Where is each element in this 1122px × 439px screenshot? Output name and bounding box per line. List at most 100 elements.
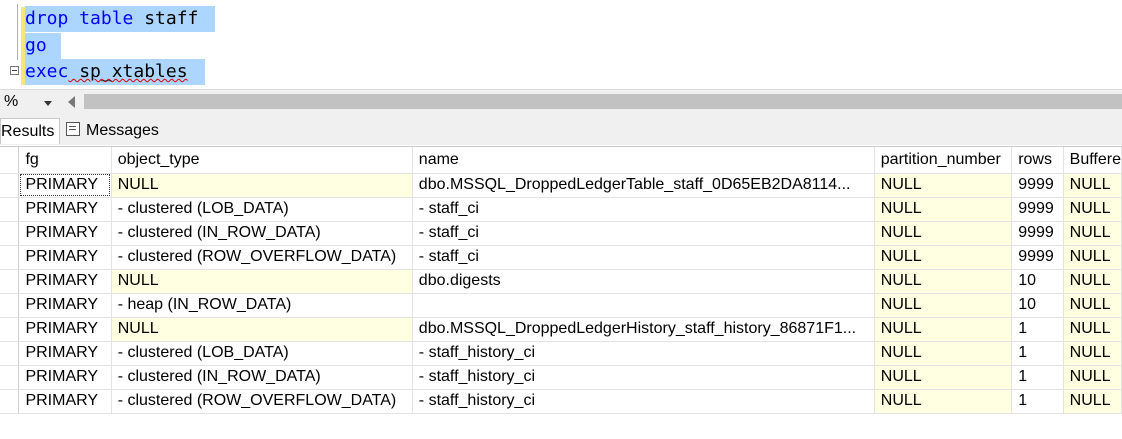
table-cell[interactable]: - clustered (ROW_OVERFLOW_DATA): [111, 245, 413, 270]
table-cell[interactable]: NULL: [874, 365, 1013, 390]
row-header[interactable]: [0, 389, 20, 414]
table-cell[interactable]: PRIMARY: [18, 245, 112, 270]
table-cell[interactable]: NULL: [874, 341, 1013, 366]
table-cell[interactable]: NULL: [1063, 245, 1122, 270]
table-cell[interactable]: - clustered (IN_ROW_DATA): [111, 365, 413, 390]
table-cell[interactable]: [412, 293, 875, 318]
table-cell[interactable]: - clustered (LOB_DATA): [111, 197, 413, 222]
table-cell[interactable]: NULL: [1063, 269, 1122, 294]
table-cell[interactable]: NULL: [111, 173, 413, 198]
table-cell[interactable]: PRIMARY: [18, 221, 112, 246]
table-cell[interactable]: dbo.digests: [412, 269, 875, 294]
table-cell[interactable]: 10: [1011, 293, 1064, 318]
table-cell[interactable]: NULL: [111, 317, 413, 342]
table-cell[interactable]: 10: [1011, 269, 1064, 294]
column-header[interactable]: name: [412, 147, 875, 174]
table-row[interactable]: PRIMARY - clustered (LOB_DATA) - staff_h…: [0, 341, 1122, 366]
collapse-toggle-icon[interactable]: [10, 66, 19, 75]
table-cell[interactable]: - clustered (IN_ROW_DATA): [111, 221, 413, 246]
table-cell[interactable]: - staff_ci: [412, 245, 875, 270]
column-header[interactable]: fg: [18, 147, 112, 174]
horizontal-scrollbar-thumb[interactable]: [84, 94, 1122, 109]
row-header[interactable]: [0, 365, 20, 390]
table-cell[interactable]: PRIMARY: [18, 197, 112, 222]
row-header[interactable]: [0, 221, 20, 246]
results-grid[interactable]: fg object_type name partition_number row…: [0, 146, 1122, 439]
table-row[interactable]: PRIMARY - clustered (IN_ROW_DATA) - staf…: [0, 221, 1122, 246]
table-cell[interactable]: NULL: [874, 221, 1013, 246]
zoom-scroll-bar: %: [0, 89, 1122, 114]
table-cell[interactable]: 1: [1011, 317, 1064, 342]
table-cell[interactable]: 9999: [1011, 221, 1064, 246]
table-cell[interactable]: - staff_history_ci: [412, 365, 875, 390]
table-cell[interactable]: NULL: [874, 245, 1013, 270]
table-cell[interactable]: NULL: [111, 269, 413, 294]
table-row[interactable]: PRIMARY - clustered (ROW_OVERFLOW_DATA) …: [0, 245, 1122, 270]
row-header[interactable]: [0, 293, 20, 318]
table-cell[interactable]: NULL: [1063, 197, 1122, 222]
table-cell[interactable]: NULL: [1063, 221, 1122, 246]
table-row[interactable]: PRIMARY NULL dbo.MSSQL_DroppedLedgerHistor…: [0, 317, 1122, 342]
code-line-2[interactable]: go: [25, 33, 61, 59]
column-header[interactable]: partition_number: [874, 147, 1013, 174]
row-header[interactable]: [0, 245, 20, 270]
row-header[interactable]: [0, 341, 20, 366]
chevron-down-icon[interactable]: [44, 101, 52, 106]
row-header[interactable]: [0, 197, 20, 222]
table-cell[interactable]: 9999: [1011, 173, 1064, 198]
column-header[interactable]: rows: [1011, 147, 1064, 174]
table-cell[interactable]: NULL: [874, 173, 1013, 198]
table-row[interactable]: PRIMARY - heap (IN_ROW_DATA) NULL 10 NULL: [0, 293, 1122, 318]
table-cell[interactable]: NULL: [1063, 317, 1122, 342]
table-cell[interactable]: - clustered (LOB_DATA): [111, 341, 413, 366]
tab-messages[interactable]: Messages: [62, 118, 159, 144]
table-cell[interactable]: PRIMARY: [18, 341, 112, 366]
table-cell[interactable]: PRIMARY: [18, 365, 112, 390]
table-cell[interactable]: 9999: [1011, 245, 1064, 270]
table-cell[interactable]: NULL: [1063, 341, 1122, 366]
table-cell[interactable]: dbo.MSSQL_DroppedLedgerTable_staff_0D65E…: [412, 173, 875, 198]
table-cell[interactable]: 9999: [1011, 197, 1064, 222]
scroll-left-arrow-icon[interactable]: [68, 96, 75, 108]
column-header[interactable]: object_type: [111, 147, 413, 174]
table-cell[interactable]: - staff_ci: [412, 221, 875, 246]
query-editor[interactable]: drop table staff go exec sp_xtables: [0, 0, 1122, 88]
table-cell[interactable]: PRIMARY: [18, 389, 112, 414]
zoom-dropdown[interactable]: %: [0, 92, 58, 112]
table-cell[interactable]: - heap (IN_ROW_DATA): [111, 293, 413, 318]
table-cell[interactable]: NULL: [1063, 293, 1122, 318]
table-cell[interactable]: NULL: [874, 389, 1013, 414]
table-cell[interactable]: NULL: [874, 197, 1013, 222]
table-cell[interactable]: - staff_history_ci: [412, 389, 875, 414]
row-header[interactable]: [0, 269, 20, 294]
table-cell[interactable]: NULL: [1063, 365, 1122, 390]
table-cell[interactable]: PRIMARY: [18, 173, 112, 198]
table-cell[interactable]: - staff_history_ci: [412, 341, 875, 366]
table-cell[interactable]: dbo.MSSQL_DroppedLedgerHistory_staff_his…: [412, 317, 875, 342]
table-cell[interactable]: 1: [1011, 341, 1064, 366]
table-row[interactable]: PRIMARY NULL dbo.MSSQL_DroppedLedgerTable_…: [0, 173, 1122, 198]
table-cell[interactable]: NULL: [874, 293, 1013, 318]
table-row[interactable]: PRIMARY NULL dbo.digests NULL 10 NULL: [0, 269, 1122, 294]
table-cell[interactable]: - clustered (ROW_OVERFLOW_DATA): [111, 389, 413, 414]
table-cell[interactable]: 1: [1011, 389, 1064, 414]
column-header[interactable]: Buffere: [1063, 147, 1122, 174]
table-cell[interactable]: NULL: [874, 269, 1013, 294]
table-cell[interactable]: PRIMARY: [18, 269, 112, 294]
table-cell[interactable]: PRIMARY: [18, 293, 112, 318]
code-line-3[interactable]: exec sp_xtables: [25, 59, 205, 85]
row-header[interactable]: [0, 173, 20, 198]
row-header-corner[interactable]: [0, 147, 20, 174]
table-cell[interactable]: NULL: [874, 317, 1013, 342]
table-cell[interactable]: - staff_ci: [412, 197, 875, 222]
row-header[interactable]: [0, 317, 20, 342]
table-row[interactable]: PRIMARY - clustered (LOB_DATA) - staff_c…: [0, 197, 1122, 222]
table-row[interactable]: PRIMARY - clustered (ROW_OVERFLOW_DATA) …: [0, 389, 1122, 414]
table-cell[interactable]: NULL: [1063, 173, 1122, 198]
table-row[interactable]: PRIMARY - clustered (IN_ROW_DATA) - staf…: [0, 365, 1122, 390]
code-line-1[interactable]: drop table staff: [25, 6, 215, 32]
table-cell[interactable]: 1: [1011, 365, 1064, 390]
tab-results[interactable]: Results: [0, 118, 60, 144]
table-cell[interactable]: NULL: [1063, 389, 1122, 414]
table-cell[interactable]: PRIMARY: [18, 317, 112, 342]
